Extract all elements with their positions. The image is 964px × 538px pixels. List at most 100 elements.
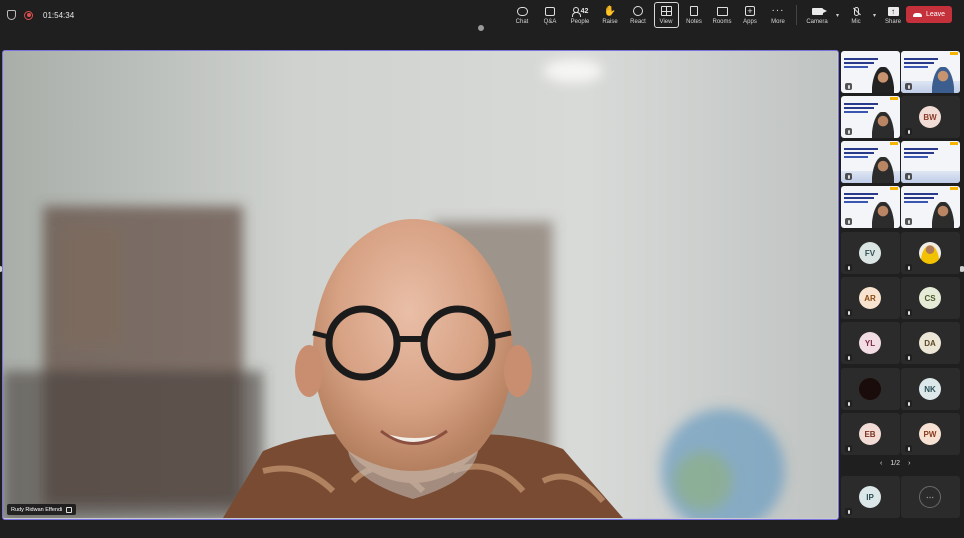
participant-tile[interactable]	[841, 51, 900, 93]
mic-muted-icon	[845, 309, 852, 316]
slide-logo	[890, 142, 898, 145]
mic-muted-icon	[845, 354, 852, 361]
participant-tile[interactable]: IP	[841, 476, 900, 518]
camera-options-chevron-icon[interactable]: ▾	[833, 2, 842, 28]
meeting-status: 01:54:34	[0, 10, 74, 20]
qa-button[interactable]: Q&A	[536, 2, 564, 28]
slide-heading-line	[844, 156, 868, 158]
rooms-button[interactable]: Rooms	[708, 2, 736, 28]
participant-tile[interactable]	[901, 232, 960, 274]
shield-icon[interactable]	[7, 10, 16, 20]
people-icon	[571, 6, 581, 17]
raise-hand-button[interactable]: ✋ Raise	[596, 2, 624, 28]
slide-heading-line	[844, 103, 878, 105]
mic-muted-icon	[905, 264, 912, 271]
rooms-label: Rooms	[712, 19, 732, 25]
mic-muted-icon	[845, 264, 852, 271]
camera-button[interactable]: Camera	[801, 2, 833, 28]
participant-tile[interactable]	[901, 186, 960, 228]
participant-video	[872, 112, 894, 138]
slide-heading-line	[904, 201, 928, 203]
notes-label: Notes	[686, 19, 702, 25]
slide-heading-line	[904, 156, 928, 158]
slide-heading-line	[844, 62, 874, 64]
mic-muted-icon	[905, 309, 912, 316]
slide-heading-line	[844, 58, 878, 60]
previous-page-chevron-icon[interactable]: ‹	[880, 460, 882, 467]
participant-tile[interactable]	[841, 368, 900, 410]
participant-tile[interactable]: EB	[841, 413, 900, 455]
main-speaker-video[interactable]: Rudy Ridwan Effendi	[2, 50, 839, 520]
qa-icon	[545, 6, 555, 16]
participant-avatar: PW	[919, 423, 941, 445]
more-button[interactable]: ··· More	[764, 2, 792, 28]
slide-logo	[950, 52, 958, 55]
participant-avatar: FV	[859, 242, 881, 264]
slide-heading-line	[904, 66, 928, 68]
react-label: React	[630, 19, 646, 25]
participant-tile[interactable]: PW	[901, 413, 960, 455]
participant-video	[872, 67, 894, 93]
notes-button[interactable]: Notes	[680, 2, 708, 28]
slide-heading-line	[844, 148, 878, 150]
window-handle-top	[478, 25, 484, 31]
participant-tile[interactable]	[901, 51, 960, 93]
toolbar-divider	[796, 5, 797, 25]
apps-label: Apps	[743, 19, 757, 25]
mic-muted-icon	[845, 128, 852, 135]
ellipsis-icon: ···	[771, 5, 785, 16]
mic-muted-icon	[845, 445, 852, 452]
participant-tile[interactable]: NK	[901, 368, 960, 410]
mic-muted-icon	[845, 508, 852, 515]
screen-share-icon	[66, 506, 73, 513]
gallery-pager: ‹ 1/2 ›	[880, 460, 910, 467]
toolbar-actions: Chat Q&A 42 People ✋ Raise React View No…	[508, 2, 907, 28]
notes-icon	[690, 6, 698, 16]
mic-label: Mic	[851, 19, 861, 25]
slide-heading-line	[904, 152, 934, 154]
camera-label: Camera	[806, 19, 828, 25]
mic-muted-icon	[905, 83, 912, 90]
participant-tile[interactable]: AR	[841, 277, 900, 319]
participant-tile[interactable]	[841, 96, 900, 138]
leave-button[interactable]: Leave	[906, 6, 952, 23]
slide-heading-line	[904, 58, 938, 60]
mic-muted-icon	[905, 173, 912, 180]
phone-hangup-icon	[912, 12, 922, 17]
people-button[interactable]: 42 People	[564, 2, 596, 28]
participant-tile[interactable]: YL	[841, 322, 900, 364]
mic-muted-icon	[845, 83, 852, 90]
participant-avatar: NK	[919, 378, 941, 400]
participant-video	[872, 202, 894, 228]
share-button[interactable]: ↑ Share	[879, 2, 907, 28]
participant-tile[interactable]: FV	[841, 232, 900, 274]
participant-tile[interactable]	[841, 141, 900, 183]
mic-button[interactable]: Mic	[842, 2, 870, 28]
apps-button[interactable]: + Apps	[736, 2, 764, 28]
slide-logo	[890, 97, 898, 100]
participant-tile[interactable]	[901, 141, 960, 183]
mic-muted-icon	[905, 354, 912, 361]
camera-icon	[811, 7, 827, 15]
next-page-chevron-icon[interactable]: ›	[908, 460, 910, 467]
react-button[interactable]: React	[624, 2, 652, 28]
mic-muted-icon	[905, 128, 912, 135]
participant-tile[interactable]	[841, 186, 900, 228]
participant-video	[932, 202, 954, 228]
meeting-timer: 01:54:34	[43, 10, 75, 20]
participant-video	[932, 67, 954, 93]
participant-tile[interactable]: ⋯	[901, 476, 960, 518]
view-button[interactable]: View	[653, 2, 679, 28]
slide-heading-line	[844, 193, 878, 195]
smiley-icon	[633, 6, 643, 16]
participant-tile[interactable]: CS	[901, 277, 960, 319]
mic-options-chevron-icon[interactable]: ▾	[870, 2, 879, 28]
slide-heading-line	[844, 107, 874, 109]
raise-label: Raise	[602, 19, 618, 25]
mic-off-icon	[853, 6, 859, 16]
participant-tile[interactable]: BW	[901, 96, 960, 138]
chat-button[interactable]: Chat	[508, 2, 536, 28]
slide-logo	[950, 142, 958, 145]
participant-tile[interactable]: DA	[901, 322, 960, 364]
speaker-nameplate: Rudy Ridwan Effendi	[7, 504, 77, 515]
